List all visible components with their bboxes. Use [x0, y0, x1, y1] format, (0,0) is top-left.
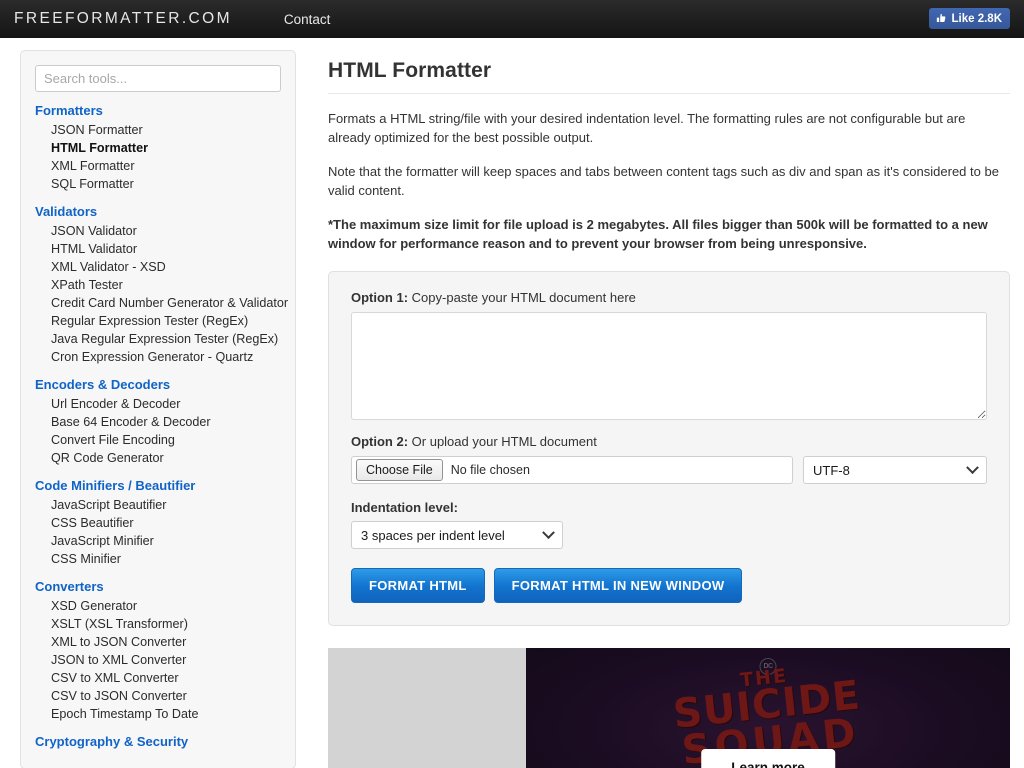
size-limit-notice: *The maximum size limit for file upload …: [328, 217, 988, 251]
option1-text: Copy-paste your HTML document here: [408, 290, 636, 305]
option2-text: Or upload your HTML document: [408, 434, 597, 449]
encoding-select[interactable]: UTF-8: [803, 456, 987, 484]
sidebar-group-title[interactable]: Formatters: [35, 103, 281, 118]
html-input-textarea[interactable]: [351, 312, 987, 420]
sidebar-nav: Formatters JSON Formatter HTML Formatter XM…: [35, 103, 288, 749]
option1-label: Option 1: Copy-paste your HTML document …: [351, 290, 987, 305]
site-header: FREEFORMATTER.COM Contact Like 2.8K: [0, 0, 1024, 38]
sidebar-item[interactable]: Base 64 Encoder & Decoder: [35, 413, 281, 431]
sidebar-group-title[interactable]: Validators: [35, 204, 281, 219]
indentation-label: Indentation level:: [351, 500, 458, 515]
search-input[interactable]: [35, 65, 281, 92]
page-title: HTML Formatter: [328, 59, 1010, 94]
upload-row: Choose File No file chosen UTF-8: [351, 456, 987, 484]
sidebar-item[interactable]: Java Regular Expression Tester (RegEx): [35, 330, 281, 348]
file-name-label: No file chosen: [450, 463, 530, 477]
indentation-selected-value: 3 spaces per indent level: [361, 527, 505, 543]
option2-strong: Option 2:: [351, 434, 409, 449]
format-html-button[interactable]: FORMAT HTML: [351, 568, 485, 603]
facebook-like-button[interactable]: Like 2.8K: [928, 8, 1010, 29]
sidebar-item[interactable]: XML Formatter: [35, 157, 281, 175]
choose-file-button[interactable]: Choose File: [356, 459, 443, 481]
page-body: FormattersJSON FormatterHTML FormatterXM…: [0, 38, 1024, 768]
sidebar-group-title[interactable]: Encoders & Decoders: [35, 377, 281, 392]
sidebar-panel: FormattersJSON FormatterHTML FormatterXM…: [20, 50, 296, 768]
ad-banner-suicide-squad[interactable]: DC THE SUICIDE SQUAD Learn more SEE IT I…: [526, 648, 1010, 768]
sidebar-group: Converters XSD Generator XSLT (XSL Transfo…: [35, 579, 281, 723]
main-content: HTML Formatter Formats a HTML string/fil…: [310, 38, 1024, 768]
file-upload-field[interactable]: Choose File No file chosen: [351, 456, 793, 484]
sidebar-item[interactable]: XSD Generator: [35, 597, 281, 615]
sidebar-item[interactable]: Convert File Encoding: [35, 431, 281, 449]
sidebar-item[interactable]: QR Code Generator: [35, 449, 281, 467]
sidebar-item[interactable]: JavaScript Beautifier: [35, 496, 281, 514]
sidebar-group: Formatters JSON Formatter HTML Formatter XM…: [35, 103, 281, 193]
site-brand[interactable]: FREEFORMATTER.COM: [14, 10, 232, 28]
indentation-select[interactable]: 3 spaces per indent level: [351, 521, 563, 549]
header-nav: Contact: [278, 8, 337, 31]
nav-link-contact[interactable]: Contact: [278, 8, 337, 31]
sidebar-item[interactable]: JSON to XML Converter: [35, 651, 281, 669]
ad-learn-more-button[interactable]: Learn more: [701, 749, 835, 768]
intro-paragraph-1: Formats a HTML string/file with your des…: [328, 111, 966, 145]
sidebar-item[interactable]: SQL Formatter: [35, 175, 281, 193]
sidebar-item[interactable]: HTML Formatter: [35, 139, 281, 157]
sidebar-item[interactable]: Epoch Timestamp To Date: [35, 705, 281, 723]
facebook-like-label: Like 2.8K: [951, 12, 1003, 25]
sidebar-item[interactable]: JavaScript Minifier: [35, 532, 281, 550]
chevron-down-icon: [966, 460, 979, 474]
formatter-form-panel: Option 1: Copy-paste your HTML document …: [328, 271, 1010, 626]
sidebar-group-title[interactable]: Cryptography & Security: [35, 734, 281, 749]
sidebar-item[interactable]: Cron Expression Generator - Quartz: [35, 348, 281, 366]
ad-placeholder: [328, 648, 526, 768]
chevron-down-icon: [542, 525, 555, 539]
sidebar-item[interactable]: XPath Tester: [35, 276, 281, 294]
sidebar-group: Validators JSON Validator HTML Validator XM…: [35, 204, 288, 366]
sidebar-item[interactable]: XSLT (XSL Transformer): [35, 615, 281, 633]
form-button-row: FORMAT HTML FORMAT HTML IN NEW WINDOW: [351, 568, 987, 603]
sidebar-item[interactable]: Credit Card Number Generator & Validator: [35, 294, 288, 312]
sidebar-item[interactable]: CSV to JSON Converter: [35, 687, 281, 705]
advertisement-area: DC THE SUICIDE SQUAD Learn more SEE IT I…: [328, 648, 1010, 768]
sidebar-item[interactable]: HTML Validator: [35, 240, 281, 258]
sidebar-item[interactable]: JSON Validator: [35, 222, 281, 240]
sidebar-item[interactable]: CSS Beautifier: [35, 514, 281, 532]
sidebar-group-title[interactable]: Converters: [35, 579, 281, 594]
sidebar-item[interactable]: XML Validator - XSD: [35, 258, 281, 276]
sidebar-group: Code Minifiers / Beautifier JavaScript Be…: [35, 478, 281, 568]
sidebar-group: Encoders & Decoders Url Encoder & Decoder…: [35, 377, 281, 467]
intro-paragraph-2: Note that the formatter will keep spaces…: [328, 164, 999, 198]
sidebar-item[interactable]: XML to JSON Converter: [35, 633, 281, 651]
sidebar: FormattersJSON FormatterHTML FormatterXM…: [0, 38, 310, 768]
sidebar-item[interactable]: JSON Formatter: [35, 121, 281, 139]
sidebar-group-title[interactable]: Code Minifiers / Beautifier: [35, 478, 281, 493]
option2-label: Option 2: Or upload your HTML document: [351, 434, 987, 449]
format-html-new-window-button[interactable]: FORMAT HTML IN NEW WINDOW: [493, 568, 743, 603]
sidebar-item[interactable]: CSS Minifier: [35, 550, 281, 568]
sidebar-item[interactable]: Url Encoder & Decoder: [35, 395, 281, 413]
sidebar-item[interactable]: CSV to XML Converter: [35, 669, 281, 687]
thumbs-up-icon: [936, 13, 945, 22]
option1-strong: Option 1:: [351, 290, 409, 305]
encoding-selected-value: UTF-8: [813, 462, 850, 478]
sidebar-item[interactable]: Regular Expression Tester (RegEx): [35, 312, 281, 330]
sidebar-group: Cryptography & Security: [35, 734, 281, 749]
